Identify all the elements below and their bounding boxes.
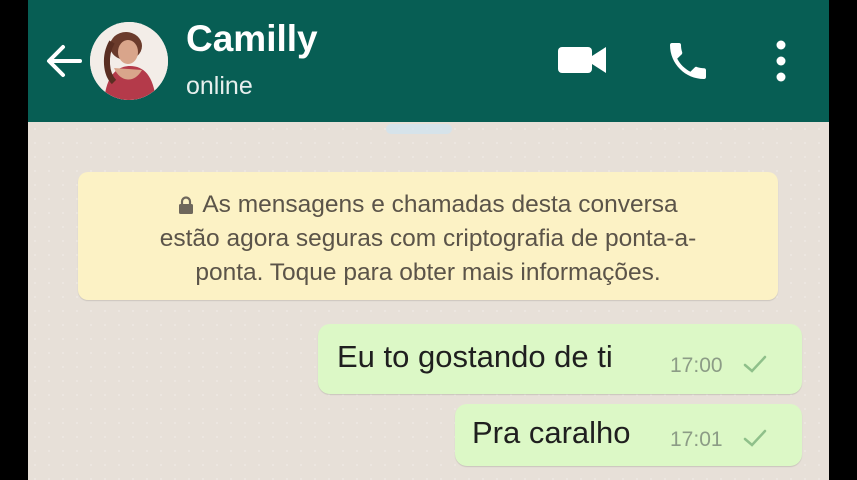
message-text: Eu to gostando de ti <box>337 339 613 374</box>
scroll-indicator <box>386 124 452 134</box>
sent-check-icon <box>743 429 767 447</box>
message-time: 17:01 <box>670 428 723 451</box>
encryption-notice-line: As mensagens e chamadas desta conversa <box>78 188 778 221</box>
lock-icon <box>179 196 194 214</box>
outgoing-message[interactable]: Pra caralho 17:01 <box>455 404 802 466</box>
voice-call-icon[interactable] <box>664 37 712 85</box>
contact-name[interactable]: Camilly <box>186 18 318 60</box>
chat-header: Camilly online <box>28 0 829 122</box>
contact-avatar[interactable] <box>90 22 168 100</box>
more-options-icon[interactable] <box>773 38 789 84</box>
conversation-area[interactable]: As mensagens e chamadas desta conversa e… <box>28 122 829 480</box>
back-arrow-icon[interactable] <box>44 42 84 80</box>
encryption-notice-line: estão agora seguras com criptografia de … <box>159 225 697 252</box>
sent-check-icon <box>743 355 767 373</box>
encryption-notice[interactable]: As mensagens e chamadas desta conversa e… <box>78 172 778 300</box>
outgoing-message[interactable]: Eu to gostando de ti 17:00 <box>318 324 802 394</box>
contact-status: online <box>186 72 253 100</box>
encryption-notice-line: ponta. Toque para obter mais informações… <box>195 259 661 286</box>
video-call-icon[interactable] <box>556 42 608 78</box>
message-time: 17:00 <box>670 354 723 377</box>
chat-screen: Camilly online As mensagens e chamadas d… <box>28 0 829 480</box>
message-text: Pra caralho <box>472 415 631 450</box>
